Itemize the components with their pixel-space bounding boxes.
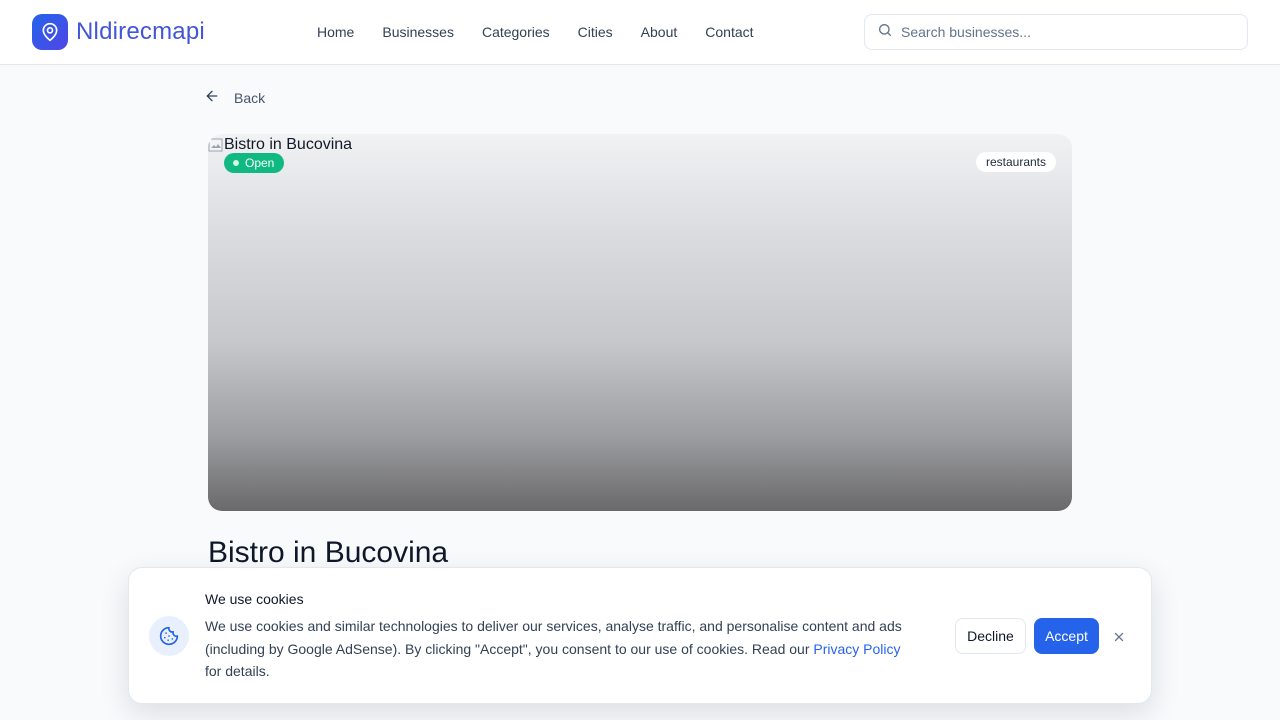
business-title: Bistro in Bucovina: [208, 536, 449, 569]
category-badge[interactable]: restaurants: [975, 152, 1056, 172]
image-alt-label: Bistro in Bucovina: [224, 136, 353, 153]
search-input[interactable]: [901, 24, 1231, 40]
map-pin-icon: [32, 14, 68, 50]
cookie-text-main: We use cookies and similar technologies …: [205, 618, 902, 657]
cookie-message: We use cookies and similar technologies …: [205, 615, 915, 683]
site-header: Nldirecmapi Home Businesses Categories C…: [0, 0, 1280, 65]
nav-link-businesses[interactable]: Businesses: [368, 20, 468, 44]
cookie-title: We use cookies: [205, 591, 304, 607]
search-icon: [877, 22, 893, 43]
close-icon[interactable]: [1108, 626, 1130, 648]
nav-link-cities[interactable]: Cities: [564, 20, 627, 44]
nav-link-about[interactable]: About: [627, 20, 692, 44]
main-nav: Home Businesses Categories Cities About …: [303, 20, 768, 44]
privacy-policy-link[interactable]: Privacy Policy: [813, 641, 900, 657]
cookie-banner: We use cookies We use cookies and simila…: [128, 567, 1152, 704]
open-status-label: Open: [245, 156, 275, 170]
logo-text: Nldirecmapi: [76, 18, 205, 45]
search-box: [864, 14, 1248, 50]
broken-image-icon: [208, 137, 224, 153]
open-status-badge: Open: [224, 153, 285, 173]
accept-button[interactable]: Accept: [1034, 618, 1099, 654]
back-label: Back: [234, 89, 266, 106]
nav-link-categories[interactable]: Categories: [468, 20, 564, 44]
cookie-text-end: for details.: [205, 663, 270, 679]
business-hero-image: Bistro in Bucovina Open restaurants: [208, 134, 1072, 511]
decline-button[interactable]: Decline: [955, 618, 1026, 654]
nav-link-home[interactable]: Home: [303, 20, 368, 44]
arrow-left-icon: [204, 88, 220, 107]
back-link[interactable]: Back: [204, 88, 265, 107]
site-logo[interactable]: Nldirecmapi: [32, 14, 205, 50]
nav-link-contact[interactable]: Contact: [691, 20, 767, 44]
image-alt-text: Bistro in Bucovina: [208, 136, 352, 154]
cookie-icon: [149, 616, 189, 656]
status-dot-icon: [233, 160, 239, 166]
